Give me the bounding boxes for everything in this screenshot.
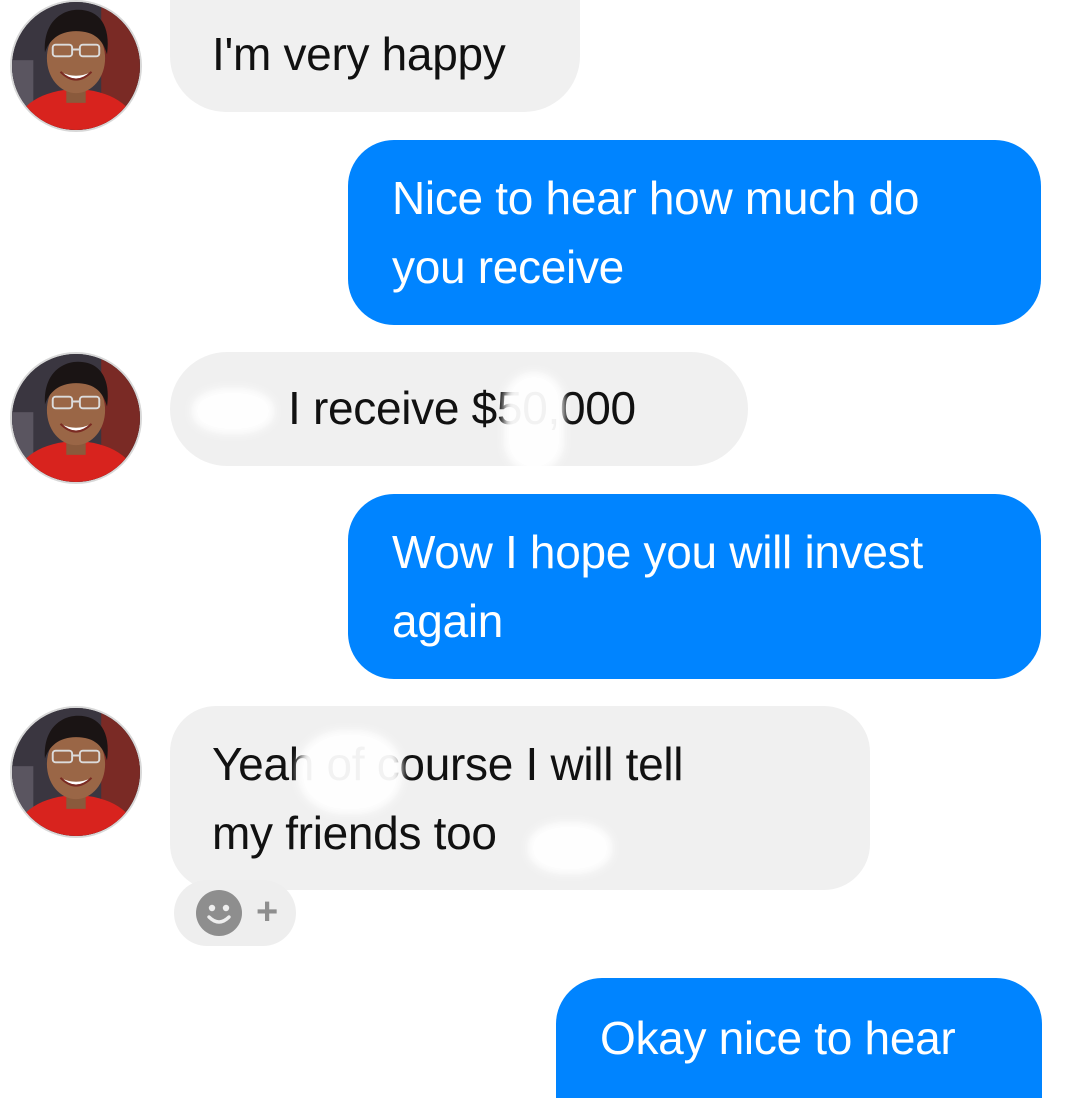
incoming-message[interactable]: I'm very happy xyxy=(170,0,580,112)
message-text-line: Nice to hear how much do xyxy=(392,172,920,224)
message-text-line: again xyxy=(392,595,504,647)
add-reaction-icon[interactable]: + xyxy=(256,886,278,938)
message-text-line: Wow I hope you will invest xyxy=(392,526,923,578)
message-text: Okay nice to hear xyxy=(600,1012,956,1064)
smiley-icon[interactable] xyxy=(196,890,242,936)
contact-avatar[interactable] xyxy=(10,706,142,838)
contact-avatar[interactable] xyxy=(10,352,142,484)
incoming-message[interactable]: Yeah of course I will tell my friends to… xyxy=(170,706,870,890)
outgoing-message[interactable]: Nice to hear how much do you receive xyxy=(348,140,1041,325)
redaction-smudge xyxy=(504,372,564,472)
redaction-smudge xyxy=(192,388,274,434)
reaction-bar[interactable]: + xyxy=(174,880,296,946)
redaction-smudge xyxy=(298,730,402,814)
redaction-smudge xyxy=(528,822,612,874)
contact-avatar[interactable] xyxy=(10,0,142,132)
message-text: I'm very happy xyxy=(212,28,506,80)
outgoing-message[interactable]: Wow I hope you will invest again xyxy=(348,494,1041,679)
message-text: I receive $50,000 xyxy=(288,382,636,434)
outgoing-message[interactable]: Okay nice to hear xyxy=(556,978,1042,1098)
message-text-line: you receive xyxy=(392,241,624,293)
